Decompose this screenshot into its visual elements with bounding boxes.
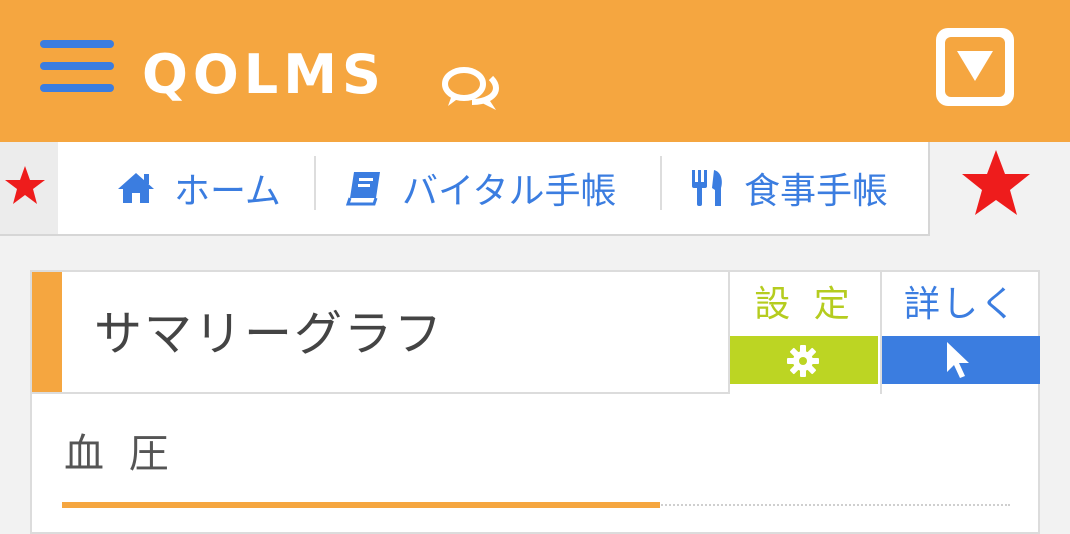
detail-button[interactable]: 詳しく	[880, 272, 1040, 394]
hamburger-menu-icon[interactable]	[40, 40, 114, 96]
notebook-icon	[345, 172, 380, 206]
panel-title: サマリーグラフ	[94, 306, 445, 362]
section-divider-accent	[62, 502, 660, 508]
title-accent-bar	[32, 272, 62, 392]
nav-divider	[314, 156, 316, 210]
nav-item-label: バイタル手帳	[402, 171, 617, 212]
favorite-star-icon[interactable]	[960, 148, 1032, 218]
dropdown-button[interactable]	[936, 28, 1014, 106]
nav-item-home[interactable]: ホーム	[116, 160, 281, 216]
cursor-pointer-icon	[947, 342, 969, 378]
detail-label: 詳しく	[903, 284, 1018, 325]
settings-label: 設 定	[754, 284, 856, 325]
app-header: QOLMS	[0, 0, 1070, 142]
gear-icon	[787, 345, 819, 377]
nav-item-meal-notebook[interactable]: 食事手帳	[690, 160, 888, 216]
nav-bar: ホーム バイタル手帳 食事手帳	[58, 142, 930, 236]
settings-bar	[730, 336, 878, 384]
panel-header: サマリーグラフ	[32, 272, 730, 394]
nav-item-label: ホーム	[174, 171, 281, 212]
summary-graph-panel: サマリーグラフ 設 定 詳しく 血 圧	[30, 270, 1040, 534]
section-title-blood-pressure: 血 圧	[64, 431, 175, 477]
detail-bar	[882, 336, 1040, 384]
fork-knife-icon	[692, 170, 722, 206]
chat-bubbles-icon[interactable]	[442, 66, 500, 112]
nav-item-label: 食事手帳	[744, 171, 889, 212]
favorite-star-icon[interactable]	[4, 165, 46, 205]
chevron-down-icon	[957, 51, 993, 81]
app-logo[interactable]: QOLMS	[142, 40, 386, 110]
home-icon	[118, 173, 154, 203]
nav-item-vital-notebook[interactable]: バイタル手帳	[344, 160, 617, 216]
nav-divider	[660, 156, 662, 210]
settings-button[interactable]: 設 定	[730, 272, 880, 394]
